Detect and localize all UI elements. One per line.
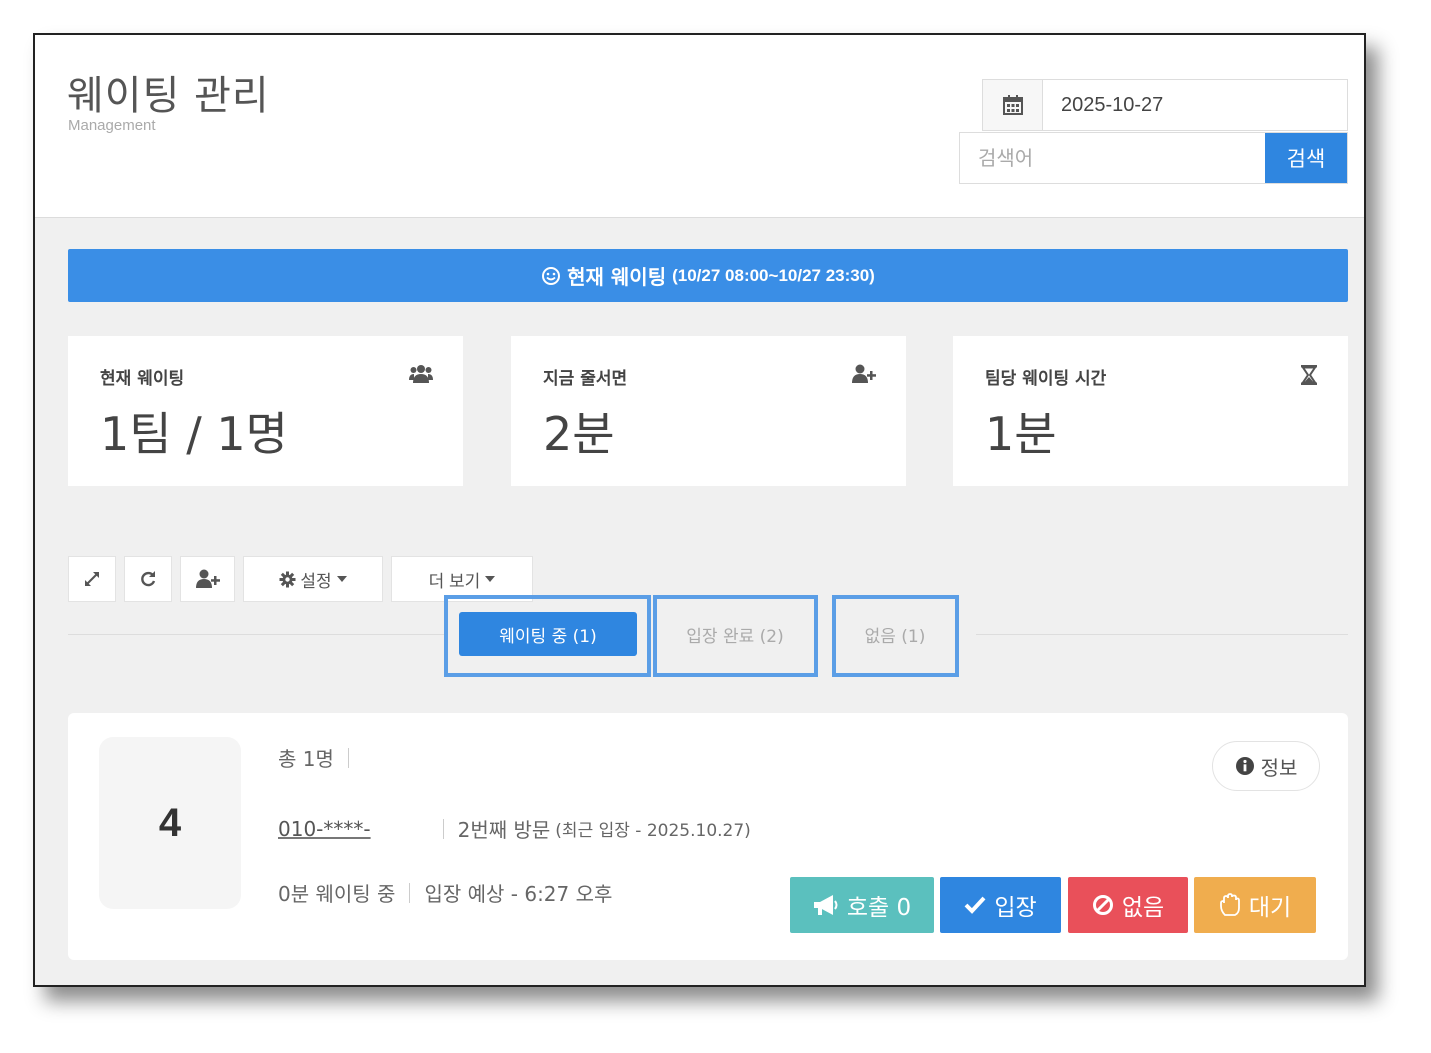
settings-dropdown[interactable]: 설정 [243, 556, 383, 602]
info-button[interactable]: 정보 [1212, 741, 1320, 791]
chevron-down-icon [336, 576, 347, 582]
add-waiting-button[interactable] [180, 556, 235, 602]
hourglass-icon [1300, 364, 1318, 390]
tab-absent[interactable]: 없음 (1) [843, 612, 947, 656]
hold-label: 대기 [1248, 895, 1292, 921]
expand-icon [85, 572, 99, 586]
tab-entered[interactable]: 입장 완료 (2) [665, 612, 805, 656]
smile-icon [541, 266, 561, 286]
expand-button[interactable] [68, 556, 116, 602]
tab-divider-left [68, 634, 444, 635]
search-input[interactable] [960, 133, 1265, 183]
banner-range: (10/27 08:00~10/27 23:30) [672, 265, 875, 285]
app-window: 웨이팅 관리 Management 2025-10-27 검색어 검색 현재 웨… [33, 33, 1366, 987]
phone-link[interactable]: 010-****- [278, 817, 371, 841]
settings-label: 설정 [300, 571, 332, 591]
waiting-number: 4 [99, 737, 241, 909]
stat-value: 1팀 / 1명 [100, 407, 288, 461]
entry-total-line: 총 1명 [278, 743, 363, 772]
entry-total: 총 1명 [278, 747, 334, 771]
user-plus-icon [195, 569, 220, 588]
chevron-down-icon [485, 576, 496, 582]
calendar-icon[interactable] [983, 80, 1043, 130]
refresh-button[interactable] [124, 556, 172, 602]
stat-label: 지금 줄서면 [543, 369, 628, 389]
hold-button[interactable]: 대기 [1194, 877, 1316, 933]
banner-label: 현재 웨이팅 [567, 265, 667, 289]
search-bar: 검색 [959, 132, 1348, 184]
visit-count: 2번째 방문 [457, 818, 551, 842]
absent-label: 없음 [1121, 895, 1165, 921]
info-icon [1235, 757, 1254, 775]
separator [442, 818, 444, 839]
expected-entry: 입장 예상 - 6:27 오후 [424, 882, 613, 906]
stat-label: 팀당 웨이팅 시간 [985, 369, 1107, 389]
megaphone-icon [813, 895, 838, 915]
users-icon [409, 364, 433, 388]
page-subtitle: Management [68, 117, 156, 134]
stat-value: 2분 [543, 407, 615, 461]
page-header: 웨이팅 관리 Management 2025-10-27 검색 [35, 35, 1364, 218]
date-value[interactable]: 2025-10-27 [1043, 80, 1163, 130]
info-label: 정보 [1260, 757, 1298, 780]
waiting-banner: 현재 웨이팅 (10/27 08:00~10/27 23:30) [68, 249, 1348, 302]
tab-waiting[interactable]: 웨이팅 중 (1) [459, 612, 637, 656]
ban-icon [1092, 895, 1113, 915]
waiting-entry-card: 4 총 1명 010-****- 2번째 방문 (최근 입장 - 2025.10… [68, 713, 1348, 960]
gear-icon [279, 571, 296, 587]
separator [347, 747, 349, 768]
absent-button[interactable]: 없음 [1068, 877, 1188, 933]
call-label: 호출 0 [846, 895, 912, 921]
entry-visit-line: 010-****- 2번째 방문 (최근 입장 - 2025.10.27) [278, 814, 751, 843]
waiting-duration: 0분 웨이팅 중 [278, 882, 396, 906]
stat-label: 현재 웨이팅 [100, 369, 185, 389]
search-button[interactable]: 검색 [1265, 133, 1347, 183]
call-button[interactable]: 호출 0 [790, 877, 934, 933]
stat-value: 1분 [985, 407, 1057, 461]
visit-detail: (최근 입장 - 2025.10.27) [555, 821, 751, 841]
stat-card-wait-if-join: 지금 줄서면 2분 [511, 336, 906, 486]
check-icon [964, 896, 986, 914]
page-title: 웨이팅 관리 [67, 73, 270, 119]
stat-card-time-per-team: 팀당 웨이팅 시간 1분 [953, 336, 1348, 486]
refresh-icon [141, 571, 156, 587]
entry-status-line: 0분 웨이팅 중 입장 예상 - 6:27 오후 [278, 878, 612, 907]
enter-button[interactable]: 입장 [940, 877, 1061, 933]
enter-label: 입장 [994, 895, 1037, 921]
date-picker[interactable]: 2025-10-27 [982, 79, 1348, 131]
user-plus-icon [852, 364, 876, 388]
hand-icon [1219, 893, 1240, 916]
separator [409, 882, 411, 903]
stat-card-current-waiting: 현재 웨이팅 1팀 / 1명 [68, 336, 463, 486]
more-label: 더 보기 [428, 571, 481, 591]
tab-divider-right [976, 634, 1348, 635]
